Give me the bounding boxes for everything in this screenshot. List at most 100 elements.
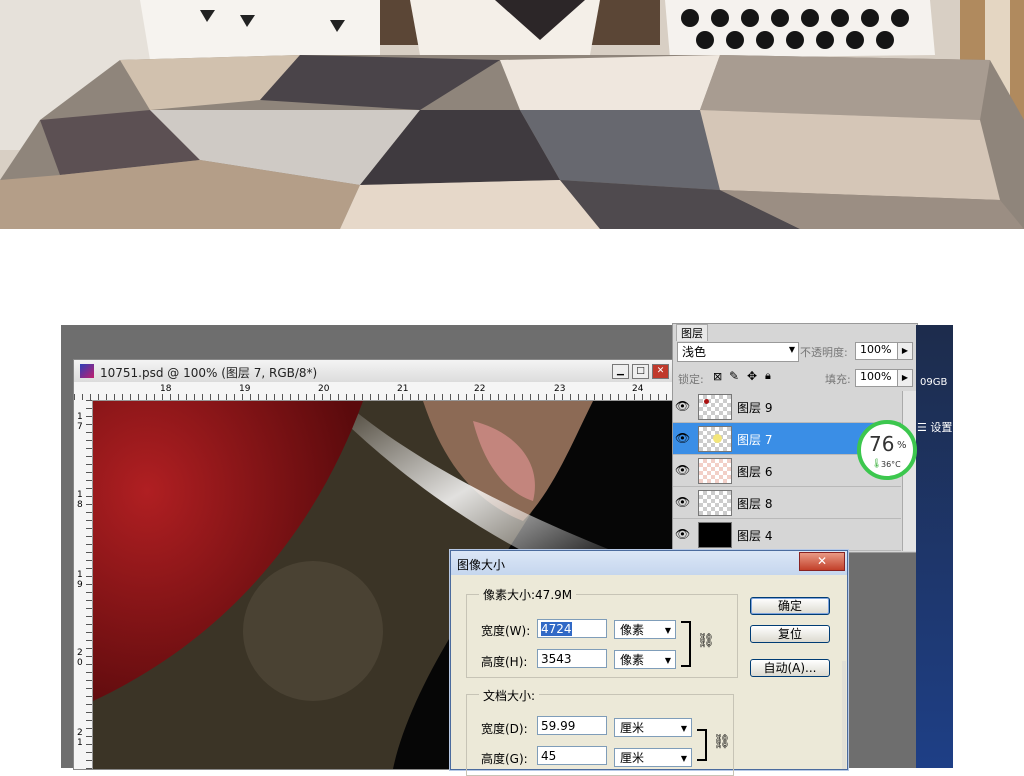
- doc-width-unit-select[interactable]: 厘米 ▼: [614, 718, 692, 737]
- ruler-label: 20: [318, 384, 330, 394]
- horizontal-ruler: 18 19 20 21 22 23 24: [74, 382, 680, 401]
- psd-icon: [80, 364, 94, 378]
- document-title: 10751.psd @ 100% (图层 7, RGB/8*): [100, 366, 318, 380]
- system-side-panel: 09GB ☰ 设置: [916, 325, 953, 768]
- eye-icon[interactable]: 👁︎: [675, 431, 693, 445]
- height-unit-select[interactable]: 像素 ▼: [614, 650, 676, 669]
- bedroom-photo: [0, 0, 1024, 229]
- storage-label: 09GB: [920, 377, 948, 388]
- width-input[interactable]: 4724: [537, 619, 607, 638]
- gauge-temp: 36°C: [881, 460, 901, 469]
- chevron-down-icon: ▼: [680, 754, 687, 763]
- gauge-unit: %: [897, 440, 907, 451]
- eye-icon[interactable]: 👁︎: [675, 399, 693, 413]
- dialog-title-bar[interactable]: 图像大小 ✕: [451, 551, 847, 575]
- fill-arrow-icon[interactable]: ▶: [897, 369, 913, 387]
- ruler-label: 1 8: [77, 490, 83, 510]
- layer-row[interactable]: 👁︎ 图层 9: [673, 391, 901, 423]
- ruler-label: 19: [239, 384, 251, 394]
- dialog-title: 图像大小: [457, 558, 506, 572]
- minimize-button[interactable]: ▁: [612, 364, 629, 379]
- opacity-input[interactable]: 100%: [855, 342, 899, 360]
- layer-thumbnail: [698, 426, 732, 452]
- blend-mode-select[interactable]: 浅色 ▼: [677, 342, 799, 362]
- height-input[interactable]: 3543: [537, 649, 607, 668]
- reset-button[interactable]: 复位: [750, 625, 830, 643]
- height-label: 高度(H):: [481, 655, 528, 669]
- layer-name: 图层 6: [737, 465, 773, 479]
- ruler-label: 22: [474, 384, 486, 394]
- layer-thumbnail: [698, 490, 732, 516]
- doc-width-unit-value: 厘米: [620, 721, 645, 735]
- layer-name: 图层 7: [737, 433, 773, 447]
- doc-height-unit-value: 厘米: [620, 751, 645, 765]
- layer-name: 图层 4: [737, 529, 773, 543]
- chevron-down-icon: ▼: [788, 345, 795, 354]
- lock-transparency-icon[interactable]: ⊠: [713, 370, 722, 383]
- layer-name: 图层 9: [737, 401, 773, 415]
- layer-thumbnail: [698, 458, 732, 484]
- lock-label: 锁定:: [678, 373, 704, 386]
- doc-height-input[interactable]: 45: [537, 746, 607, 765]
- layer-row[interactable]: 👁︎ 图层 4: [673, 519, 901, 551]
- cpu-gauge: 76 % 🌡︎ 36°C: [857, 420, 917, 480]
- ok-button[interactable]: 确定: [750, 597, 830, 615]
- ruler-label: 1 9: [77, 570, 83, 590]
- eye-icon[interactable]: 👁︎: [675, 463, 693, 477]
- blend-mode-value: 浅色: [682, 345, 707, 359]
- width-unit-select[interactable]: 像素 ▼: [614, 620, 676, 639]
- doc-height-unit-select[interactable]: 厘米 ▼: [614, 748, 692, 767]
- fill-input[interactable]: 100%: [855, 369, 899, 387]
- ruler-label: 2 0: [77, 648, 83, 668]
- settings-label: 设置: [930, 421, 953, 434]
- chevron-down-icon: ▼: [680, 724, 687, 733]
- fill-label: 填充:: [825, 373, 851, 386]
- ruler-label: 23: [554, 384, 566, 394]
- height-unit-value: 像素: [620, 653, 645, 667]
- eye-icon[interactable]: 👁︎: [675, 495, 693, 509]
- document-title-bar[interactable]: 10751.psd @ 100% (图层 7, RGB/8*) ▁ □ ✕: [74, 360, 680, 383]
- maximize-button[interactable]: □: [632, 364, 649, 379]
- tab-layers[interactable]: 图层: [676, 324, 708, 341]
- move-icon[interactable]: ✥: [747, 369, 757, 383]
- bedroom-photo-art: [0, 0, 1024, 229]
- doc-height-label: 高度(G):: [481, 752, 528, 766]
- image-size-dialog: 图像大小 ✕ 像素大小:47.9M 宽度(W): 4724 像素 ▼ 高度(H):…: [450, 550, 848, 776]
- document-size-label: 文档大小:: [479, 687, 540, 704]
- dialog-edge: [842, 661, 846, 769]
- chevron-down-icon: ▼: [664, 656, 671, 665]
- chevron-down-icon: ▼: [664, 626, 671, 635]
- ruler-label: 24: [632, 384, 644, 394]
- close-button[interactable]: ✕: [652, 364, 669, 379]
- constrain-bracket: [697, 729, 707, 761]
- vertical-ruler: 1 7 1 8 1 9 2 0 2 1: [74, 400, 93, 769]
- auto-button[interactable]: 自动(A)...: [750, 659, 830, 677]
- pixel-dimensions-label: 像素大小:47.9M: [479, 586, 577, 603]
- layer-name: 图层 8: [737, 497, 773, 511]
- close-button[interactable]: ✕: [799, 552, 845, 571]
- layer-thumbnail: [698, 522, 732, 548]
- layer-thumbnail: [698, 394, 732, 420]
- ruler-label: 18: [160, 384, 172, 394]
- doc-width-label: 宽度(D):: [481, 722, 528, 736]
- settings-link[interactable]: ☰ 设置: [917, 419, 952, 435]
- doc-width-input[interactable]: 59.99: [537, 716, 607, 735]
- width-unit-value: 像素: [620, 623, 645, 637]
- link-icon: ⛓︎: [697, 633, 715, 649]
- opacity-label: 不透明度:: [800, 346, 848, 359]
- eye-icon[interactable]: 👁︎: [675, 527, 693, 541]
- brush-icon[interactable]: ✎: [729, 369, 739, 383]
- ruler-label: 2 1: [77, 728, 83, 748]
- layer-row[interactable]: 👁︎ 图层 8: [673, 487, 901, 519]
- lock-icon[interactable]: 🔒︎: [765, 369, 771, 383]
- ruler-ticks: [86, 400, 92, 769]
- gauge-value: 76: [869, 432, 895, 456]
- ruler-label: 1 7: [77, 412, 83, 432]
- link-icon: ⛓︎: [713, 734, 731, 750]
- width-label: 宽度(W):: [481, 624, 531, 638]
- opacity-arrow-icon[interactable]: ▶: [897, 342, 913, 360]
- ruler-ticks: [74, 394, 680, 400]
- constrain-bracket: [681, 621, 691, 667]
- ruler-label: 21: [397, 384, 409, 394]
- width-value: 4724: [541, 622, 572, 636]
